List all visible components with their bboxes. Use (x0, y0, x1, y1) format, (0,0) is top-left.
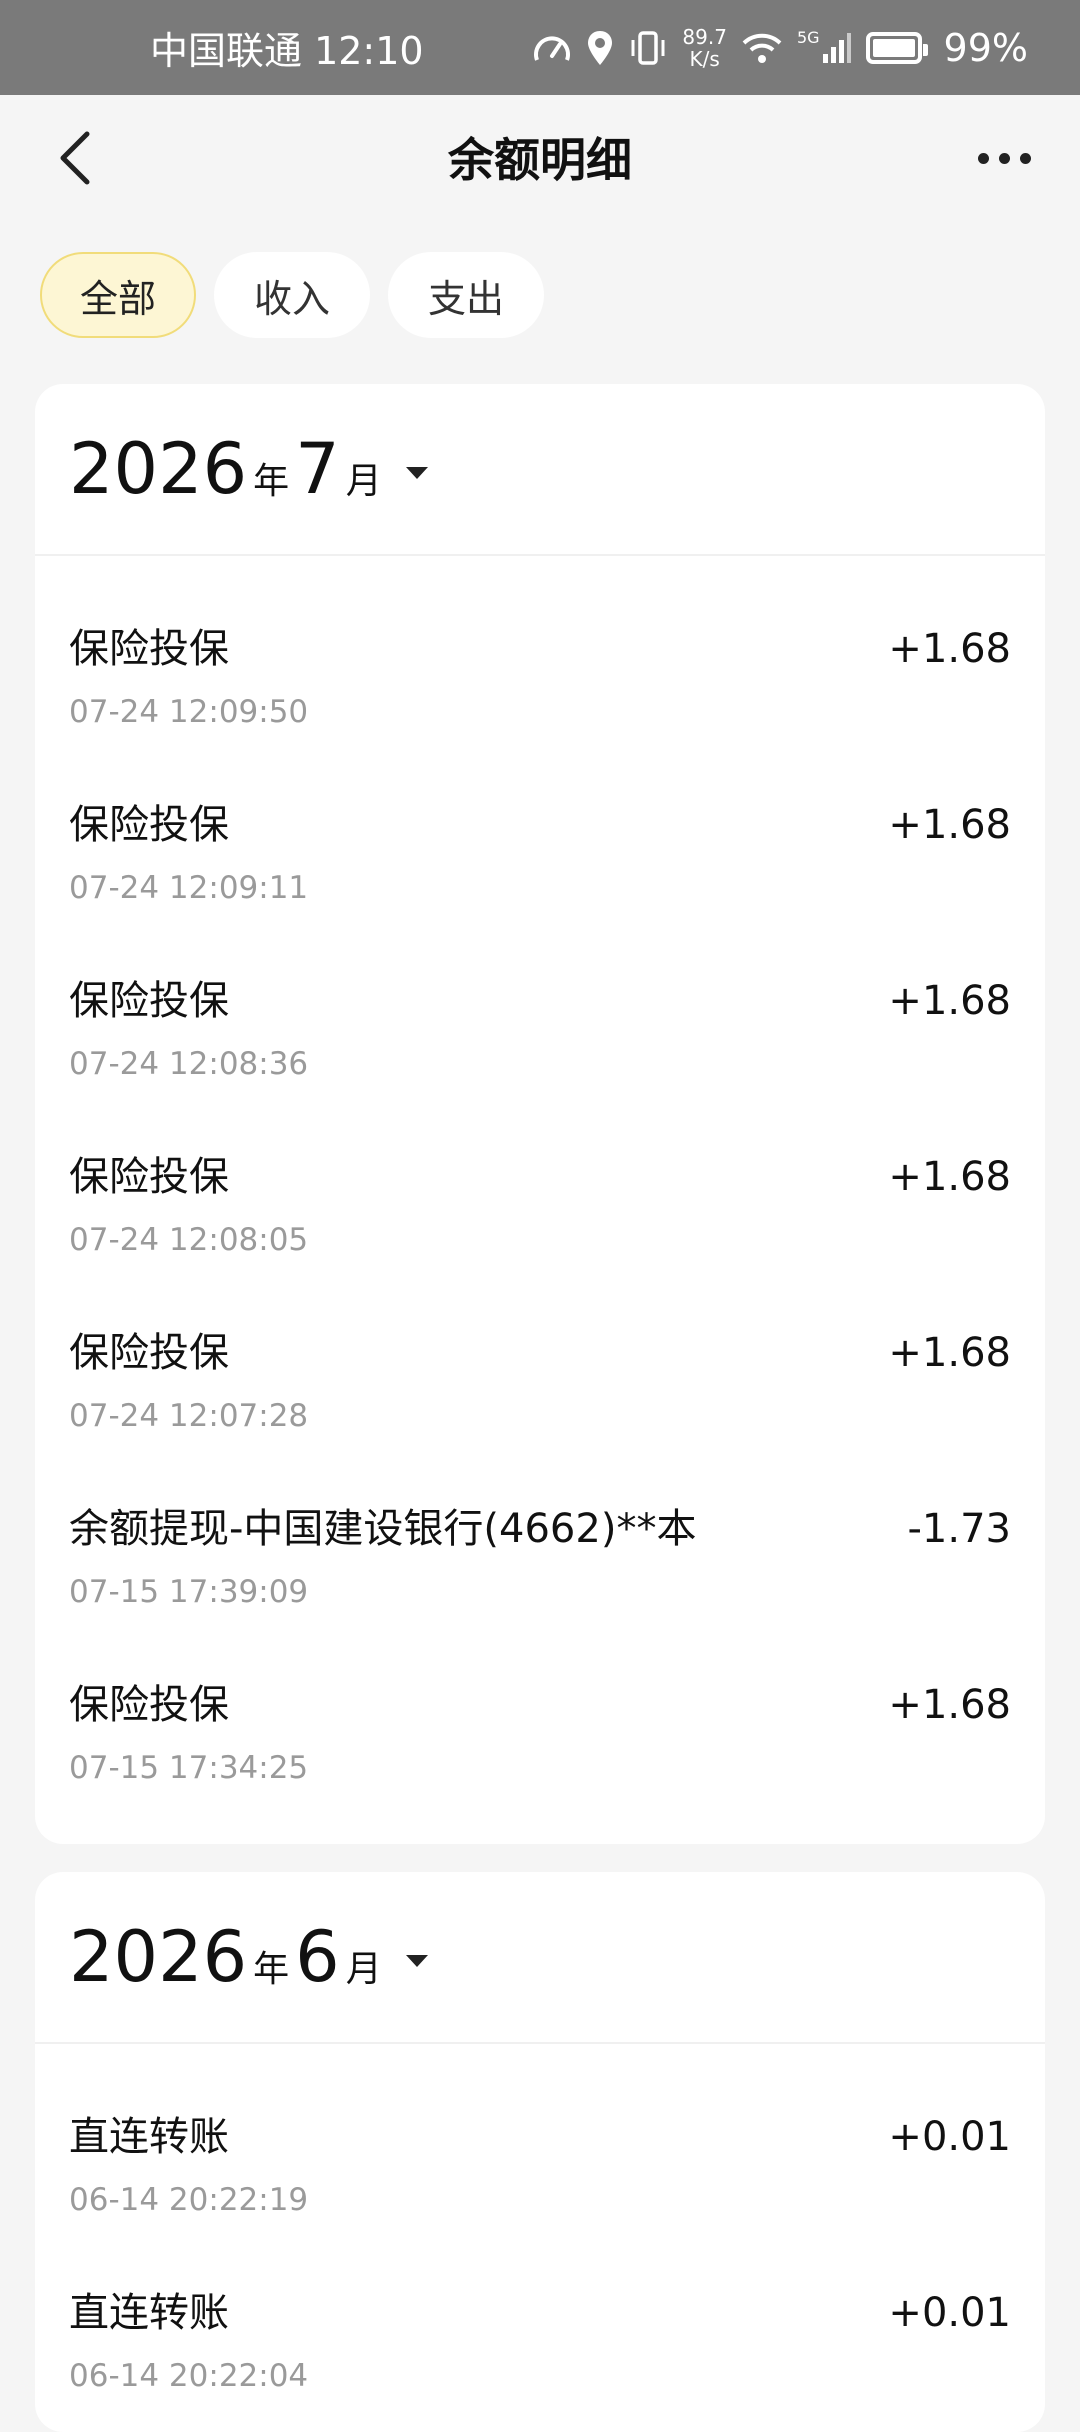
signal-icon: 5G (797, 28, 852, 68)
transaction-title: 直连转账 (69, 2114, 229, 2160)
transaction-time: 07-24 12:07:28 (69, 1398, 309, 1434)
month-header: 2026 年 7 月 (35, 384, 1045, 556)
transaction-time: 07-15 17:34:25 (69, 1750, 309, 1786)
year-unit: 年 (253, 1949, 290, 1990)
transaction-row[interactable]: 保险投保 07-24 12:08:05 +1.68 (35, 1096, 1045, 1272)
month-unit: 月 (345, 461, 382, 502)
transaction-row[interactable]: 直连转账 06-14 20:22:04 +0.01 (35, 2232, 1045, 2408)
transaction-time: 07-24 12:09:11 (69, 870, 309, 906)
battery-level: 99% (943, 25, 1028, 70)
transaction-row[interactable]: 保险投保 07-24 12:08:36 +1.68 (35, 920, 1045, 1096)
net-speed-value: 89.7 (682, 24, 727, 49)
more-icon-dot (1019, 152, 1031, 164)
month-unit: 月 (345, 1949, 382, 1990)
month-card-june: 2026 年 6 月 直连转账 06-14 20:22:19 +0.01 直连转… (35, 1872, 1045, 2432)
filter-tabs: 全部 收入 支出 (40, 252, 545, 338)
vibrate-icon (628, 28, 668, 68)
transaction-time: 07-24 12:08:36 (69, 1046, 309, 1082)
transaction-time: 06-14 20:22:04 (69, 2358, 309, 2394)
transaction-list: 直连转账 06-14 20:22:19 +0.01 直连转账 06-14 20:… (35, 2044, 1045, 2408)
year: 2026 (69, 428, 248, 510)
transaction-list: 保险投保 07-24 12:09:50 +1.68 保险投保 07-24 12:… (35, 556, 1045, 1800)
transaction-row[interactable]: 保险投保 07-15 17:34:25 +1.68 (35, 1624, 1045, 1800)
status-bar: 中国联通 12:10 89.7 K/s 5G 99% (0, 0, 1080, 95)
transaction-title: 保险投保 (69, 626, 229, 672)
speedometer-icon (532, 28, 572, 68)
caret-down-icon (405, 467, 428, 479)
transaction-amount: +1.68 (888, 978, 1011, 1024)
carrier-time: 中国联通 12:10 (150, 29, 424, 73)
month: 6 (295, 1916, 340, 1998)
more-button[interactable] (964, 123, 1044, 193)
transaction-time: 07-24 12:08:05 (69, 1222, 309, 1258)
transaction-time: 07-24 12:09:50 (69, 694, 309, 730)
transaction-row[interactable]: 直连转账 06-14 20:22:19 +0.01 (35, 2056, 1045, 2232)
wifi-icon (741, 28, 783, 68)
more-icon-dot (998, 152, 1010, 164)
transaction-title: 余额提现-中国建设银行(4662)**本 (69, 1506, 697, 1552)
transaction-amount: +1.68 (888, 1682, 1011, 1728)
net-speed: 89.7 K/s (682, 26, 727, 70)
transaction-amount: +1.68 (888, 802, 1011, 848)
transaction-amount: +0.01 (888, 2290, 1011, 2336)
net-speed-unit: K/s (689, 46, 720, 71)
filter-income[interactable]: 收入 (214, 252, 371, 338)
nav-bar: 余额明细 (0, 95, 1080, 225)
month-selector[interactable]: 2026 年 6 月 (69, 1916, 428, 1998)
battery-icon (865, 31, 928, 64)
transaction-amount: +1.68 (888, 1154, 1011, 1200)
transaction-amount: +0.01 (888, 2114, 1011, 2160)
month: 7 (295, 428, 340, 510)
month-card-july: 2026 年 7 月 保险投保 07-24 12:09:50 +1.68 保险投… (35, 384, 1045, 1844)
transaction-row[interactable]: 保险投保 07-24 12:09:50 +1.68 (35, 568, 1045, 744)
transaction-amount: +1.68 (888, 626, 1011, 672)
page-title: 余额明细 (448, 133, 632, 187)
transaction-time: 06-14 20:22:19 (69, 2182, 309, 2218)
transaction-title: 直连转账 (69, 2290, 229, 2336)
transaction-title: 保险投保 (69, 802, 229, 848)
month-header: 2026 年 6 月 (35, 1872, 1045, 2044)
transaction-row[interactable]: 保险投保 07-24 12:07:28 +1.68 (35, 1272, 1045, 1448)
location-icon (586, 28, 614, 68)
year-unit: 年 (253, 461, 290, 502)
network-type: 5G (796, 27, 820, 47)
month-selector[interactable]: 2026 年 7 月 (69, 428, 428, 510)
filter-all[interactable]: 全部 (40, 252, 197, 338)
transaction-title: 保险投保 (69, 1330, 229, 1376)
filter-expense[interactable]: 支出 (388, 252, 545, 338)
status-icons: 89.7 K/s 5G 99% (532, 0, 1028, 95)
transaction-title: 保险投保 (69, 978, 229, 1024)
caret-down-icon (405, 1955, 428, 1967)
transaction-amount: -1.73 (907, 1506, 1012, 1552)
transaction-amount: +1.68 (888, 1330, 1011, 1376)
transaction-row[interactable]: 余额提现-中国建设银行(4662)**本 07-15 17:39:09 -1.7… (35, 1448, 1045, 1624)
year: 2026 (69, 1916, 248, 1998)
transaction-time: 07-15 17:39:09 (69, 1574, 309, 1610)
transaction-title: 保险投保 (69, 1682, 229, 1728)
transaction-row[interactable]: 保险投保 07-24 12:09:11 +1.68 (35, 744, 1045, 920)
transaction-title: 保险投保 (69, 1154, 229, 1200)
more-icon (977, 152, 989, 164)
